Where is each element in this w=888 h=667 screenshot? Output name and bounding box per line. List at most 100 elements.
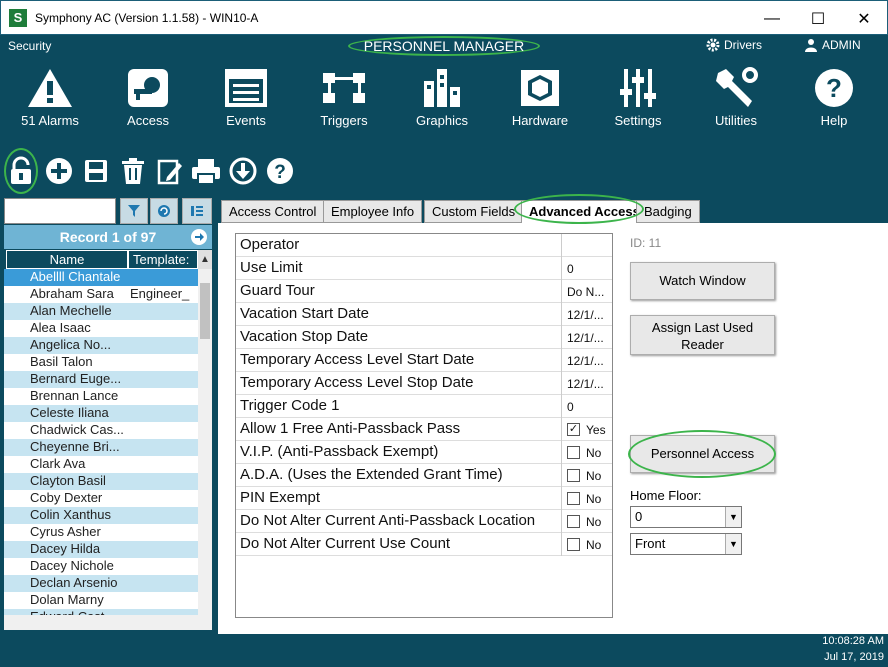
nav-access[interactable]: Access bbox=[108, 67, 188, 128]
list-item[interactable]: Dolan Marny bbox=[4, 592, 198, 609]
field-value[interactable]: No bbox=[563, 487, 612, 510]
list-item[interactable]: Alan Mechelle bbox=[4, 303, 198, 320]
download-button[interactable] bbox=[228, 156, 258, 186]
list-item[interactable]: Coby Dexter bbox=[4, 490, 198, 507]
checkbox[interactable] bbox=[567, 515, 580, 528]
list-item[interactable]: Colin Xanthus bbox=[4, 507, 198, 524]
watch-window-button[interactable]: Watch Window bbox=[630, 262, 775, 300]
list-item[interactable]: Abellll Chantale bbox=[4, 269, 198, 286]
refresh-button[interactable] bbox=[150, 198, 178, 224]
list-item[interactable]: Cheyenne Bri... bbox=[4, 439, 198, 456]
list-item-name: Abraham Sara bbox=[30, 286, 114, 301]
nav-help[interactable]: ? Help bbox=[794, 67, 874, 128]
field-value[interactable]: No bbox=[563, 441, 612, 464]
nav-alarms[interactable]: 51 Alarms bbox=[10, 67, 90, 128]
list-item[interactable]: Alea Isaac bbox=[4, 320, 198, 337]
field-value[interactable]: 0 bbox=[563, 395, 612, 418]
field-value[interactable]: 12/1/... bbox=[563, 303, 612, 326]
sort-button[interactable] bbox=[182, 198, 212, 224]
column-template-header[interactable]: Template: bbox=[128, 250, 198, 269]
gear-icon bbox=[706, 38, 720, 52]
list-item[interactable]: Clayton Basil bbox=[4, 473, 198, 490]
list-item[interactable]: Dacey Hilda bbox=[4, 541, 198, 558]
field-value[interactable]: ✓ Yes bbox=[563, 418, 612, 441]
nav-utilities[interactable]: Utilities bbox=[696, 67, 776, 128]
checkbox[interactable] bbox=[567, 492, 580, 505]
list-item[interactable]: Cyrus Asher bbox=[4, 524, 198, 541]
nav-settings[interactable]: Settings bbox=[598, 67, 678, 128]
delete-button[interactable] bbox=[118, 156, 148, 186]
edit-button[interactable] bbox=[155, 156, 185, 186]
assign-last-reader-button[interactable]: Assign Last Used Reader bbox=[630, 315, 775, 355]
maximize-button[interactable]: ☐ bbox=[795, 1, 841, 36]
field-value[interactable]: No bbox=[563, 464, 612, 487]
app-header: Security PERSONNEL MANAGER Drivers ADMIN bbox=[0, 35, 888, 57]
side-select[interactable]: Front ▼ bbox=[630, 533, 742, 555]
list-item[interactable]: Chadwick Cas... bbox=[4, 422, 198, 439]
close-button[interactable]: ✕ bbox=[841, 1, 887, 36]
field-value-text: Yes bbox=[586, 422, 606, 437]
tab-custom-fields[interactable]: Custom Fields bbox=[424, 200, 524, 223]
horizontal-scrollbar[interactable] bbox=[4, 615, 212, 630]
sort-icon bbox=[191, 206, 203, 216]
minimize-button[interactable]: — bbox=[749, 1, 795, 36]
tab-employee-info[interactable]: Employee Info bbox=[323, 200, 423, 223]
field-value-text: 12/1/... bbox=[567, 353, 604, 368]
list-item[interactable]: Bernard Euge... bbox=[4, 371, 198, 388]
save-button[interactable] bbox=[81, 156, 111, 186]
home-floor-value: 0 bbox=[635, 509, 643, 524]
field-value[interactable] bbox=[563, 234, 612, 257]
search-input[interactable] bbox=[4, 198, 116, 224]
field-value[interactable]: No bbox=[563, 510, 612, 533]
tab-badging[interactable]: Badging bbox=[636, 200, 700, 223]
tab-access-control[interactable]: Access Control bbox=[221, 200, 325, 223]
print-button[interactable] bbox=[191, 156, 221, 186]
next-record-icon[interactable] bbox=[190, 228, 208, 246]
main-nav: 51 Alarms Access Events Triggers Graphic… bbox=[0, 57, 888, 147]
field-value[interactable]: Do N... bbox=[563, 280, 612, 303]
nav-hardware[interactable]: Hardware bbox=[500, 67, 580, 128]
nav-graphics[interactable]: Graphics bbox=[402, 67, 482, 128]
add-button[interactable] bbox=[44, 156, 74, 186]
scroll-up-arrow[interactable]: ▲ bbox=[198, 250, 212, 269]
nav-triggers[interactable]: Triggers bbox=[304, 67, 384, 128]
filter-button[interactable] bbox=[120, 198, 148, 224]
field-value[interactable]: 12/1/... bbox=[563, 326, 612, 349]
list-item[interactable]: Celeste Iliana bbox=[4, 405, 198, 422]
drivers-button[interactable]: Drivers bbox=[706, 38, 762, 52]
events-icon bbox=[225, 69, 267, 107]
vertical-scrollbar[interactable] bbox=[198, 269, 212, 615]
personnel-list: Abellll Chantale Abraham Sara Engineer_ Ala… bbox=[4, 269, 198, 615]
column-name-header[interactable]: Name bbox=[6, 250, 128, 269]
field-value[interactable]: 12/1/... bbox=[563, 372, 612, 395]
field-value[interactable]: No bbox=[563, 533, 612, 556]
list-item[interactable]: Basil Talon bbox=[4, 354, 198, 371]
lock-button[interactable] bbox=[6, 156, 36, 186]
field-value[interactable]: 0 bbox=[563, 257, 612, 280]
home-floor-select[interactable]: 0 ▼ bbox=[630, 506, 742, 528]
nav-events[interactable]: Events bbox=[206, 67, 286, 128]
list-item[interactable]: Angelica No... bbox=[4, 337, 198, 354]
help-icon: ? bbox=[815, 69, 853, 107]
checkbox[interactable] bbox=[567, 446, 580, 459]
checkbox-checked[interactable]: ✓ bbox=[567, 423, 580, 436]
field-value-text: 0 bbox=[567, 399, 574, 414]
nav-label: Graphics bbox=[415, 113, 469, 128]
user-button[interactable]: ADMIN bbox=[804, 38, 861, 52]
list-item[interactable]: Clark Ava bbox=[4, 456, 198, 473]
list-item-name: Declan Arsenio bbox=[30, 575, 118, 590]
list-item-template bbox=[130, 524, 198, 541]
field-value[interactable]: 12/1/... bbox=[563, 349, 612, 372]
scroll-thumb[interactable] bbox=[200, 283, 210, 339]
list-item[interactable]: Dacey Nichole bbox=[4, 558, 198, 575]
list-item[interactable]: Abraham Sara Engineer_ bbox=[4, 286, 198, 303]
checkbox[interactable] bbox=[567, 538, 580, 551]
checkbox[interactable] bbox=[567, 469, 580, 482]
list-item[interactable]: Brennan Lance bbox=[4, 388, 198, 405]
list-item[interactable]: Declan Arsenio bbox=[4, 575, 198, 592]
field-row: Do Not Alter Current Use Count No bbox=[236, 533, 612, 556]
help-button[interactable]: ? bbox=[265, 156, 295, 186]
list-item-name: Cheyenne Bri... bbox=[30, 439, 120, 454]
app-logo: S bbox=[9, 8, 27, 27]
advanced-access-grid: Operator Use Limit 0 Guard Tour Do N... Vacat… bbox=[235, 233, 613, 618]
